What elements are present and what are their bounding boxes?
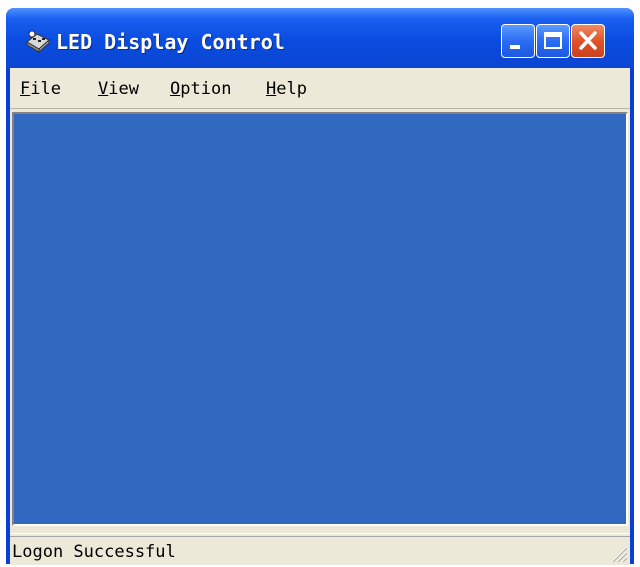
window-title: LED Display Control (56, 30, 285, 54)
menu-option-label: ption (180, 79, 232, 99)
close-icon (579, 31, 597, 50)
menu-file-label: ile (30, 79, 61, 99)
menu-bar: File View Option Help (10, 68, 630, 109)
resize-grip-icon[interactable] (606, 541, 628, 563)
led-app-icon[interactable] (24, 28, 52, 54)
close-button[interactable] (571, 24, 605, 58)
menu-help-label: elp (276, 79, 307, 99)
app-window: LED Display Control File View Option Hel… (6, 8, 634, 565)
status-text: Logon Successful (12, 542, 176, 562)
menu-help-mnemonic: H (266, 79, 277, 99)
display-workspace[interactable] (12, 112, 628, 526)
menu-option-mnemonic: O (170, 79, 181, 99)
minimize-button[interactable] (501, 24, 535, 58)
maximize-icon (544, 32, 562, 49)
status-bar: Logon Successful (10, 533, 630, 565)
title-bar[interactable]: LED Display Control (6, 8, 634, 68)
menu-help[interactable]: Help (266, 78, 307, 100)
status-pane: Logon Successful (10, 536, 630, 564)
minimize-icon (510, 45, 520, 49)
menu-file-mnemonic: F (20, 79, 31, 99)
menu-option[interactable]: Option (170, 78, 231, 100)
menu-view-mnemonic: V (98, 79, 109, 99)
menu-view-label: iew (108, 79, 139, 99)
menu-file[interactable]: File (20, 78, 61, 100)
client-area: File View Option Help Logon Successful (10, 68, 630, 565)
menu-view[interactable]: View (98, 78, 139, 100)
maximize-button[interactable] (536, 24, 570, 58)
